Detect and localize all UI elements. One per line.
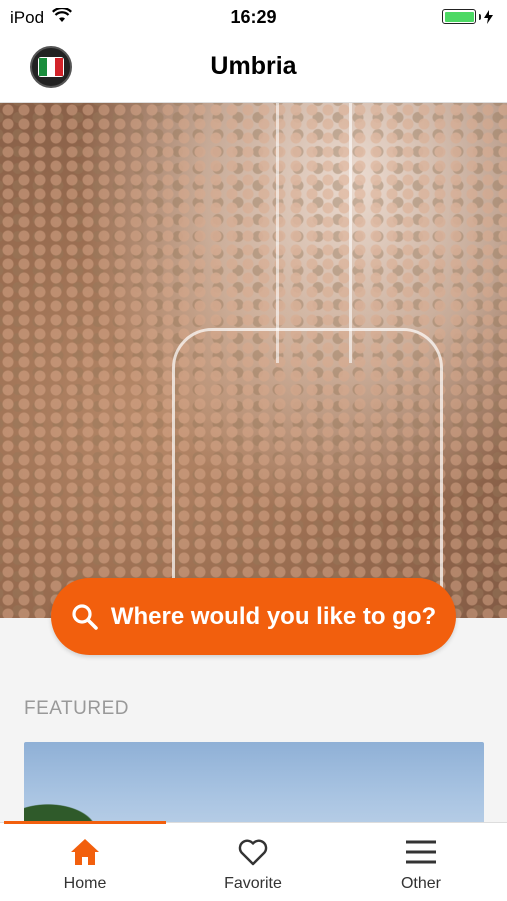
featured-card[interactable] — [24, 742, 484, 832]
page-title: Umbria — [210, 52, 297, 80]
hero-image-lentils — [0, 103, 507, 618]
search-button-label: Where would you like to go? — [110, 602, 437, 630]
search-button[interactable]: Where would you like to go? — [51, 578, 456, 655]
heart-icon — [238, 839, 268, 866]
tab-home-label: Home — [63, 875, 107, 892]
charging-icon — [484, 9, 493, 24]
tab-bar: Home Favorite Other — [0, 821, 507, 901]
tab-other-label: Other — [400, 875, 441, 892]
battery-icon — [442, 9, 493, 24]
active-tab-indicator — [4, 821, 166, 824]
status-time: 16:29 — [230, 7, 277, 27]
home-icon — [71, 839, 99, 865]
tab-favorite-label: Favorite — [224, 875, 282, 892]
tab-home[interactable]: Home — [20, 837, 150, 893]
featured-heading: FEATURED — [24, 698, 129, 719]
status-bar: iPod 16:29 — [0, 0, 507, 36]
menu-icon — [406, 840, 436, 864]
tab-favorite[interactable]: Favorite — [188, 837, 318, 893]
search-icon — [72, 603, 98, 630]
navigation-bar: Umbria — [0, 36, 507, 103]
tab-other[interactable]: Other — [356, 837, 486, 893]
